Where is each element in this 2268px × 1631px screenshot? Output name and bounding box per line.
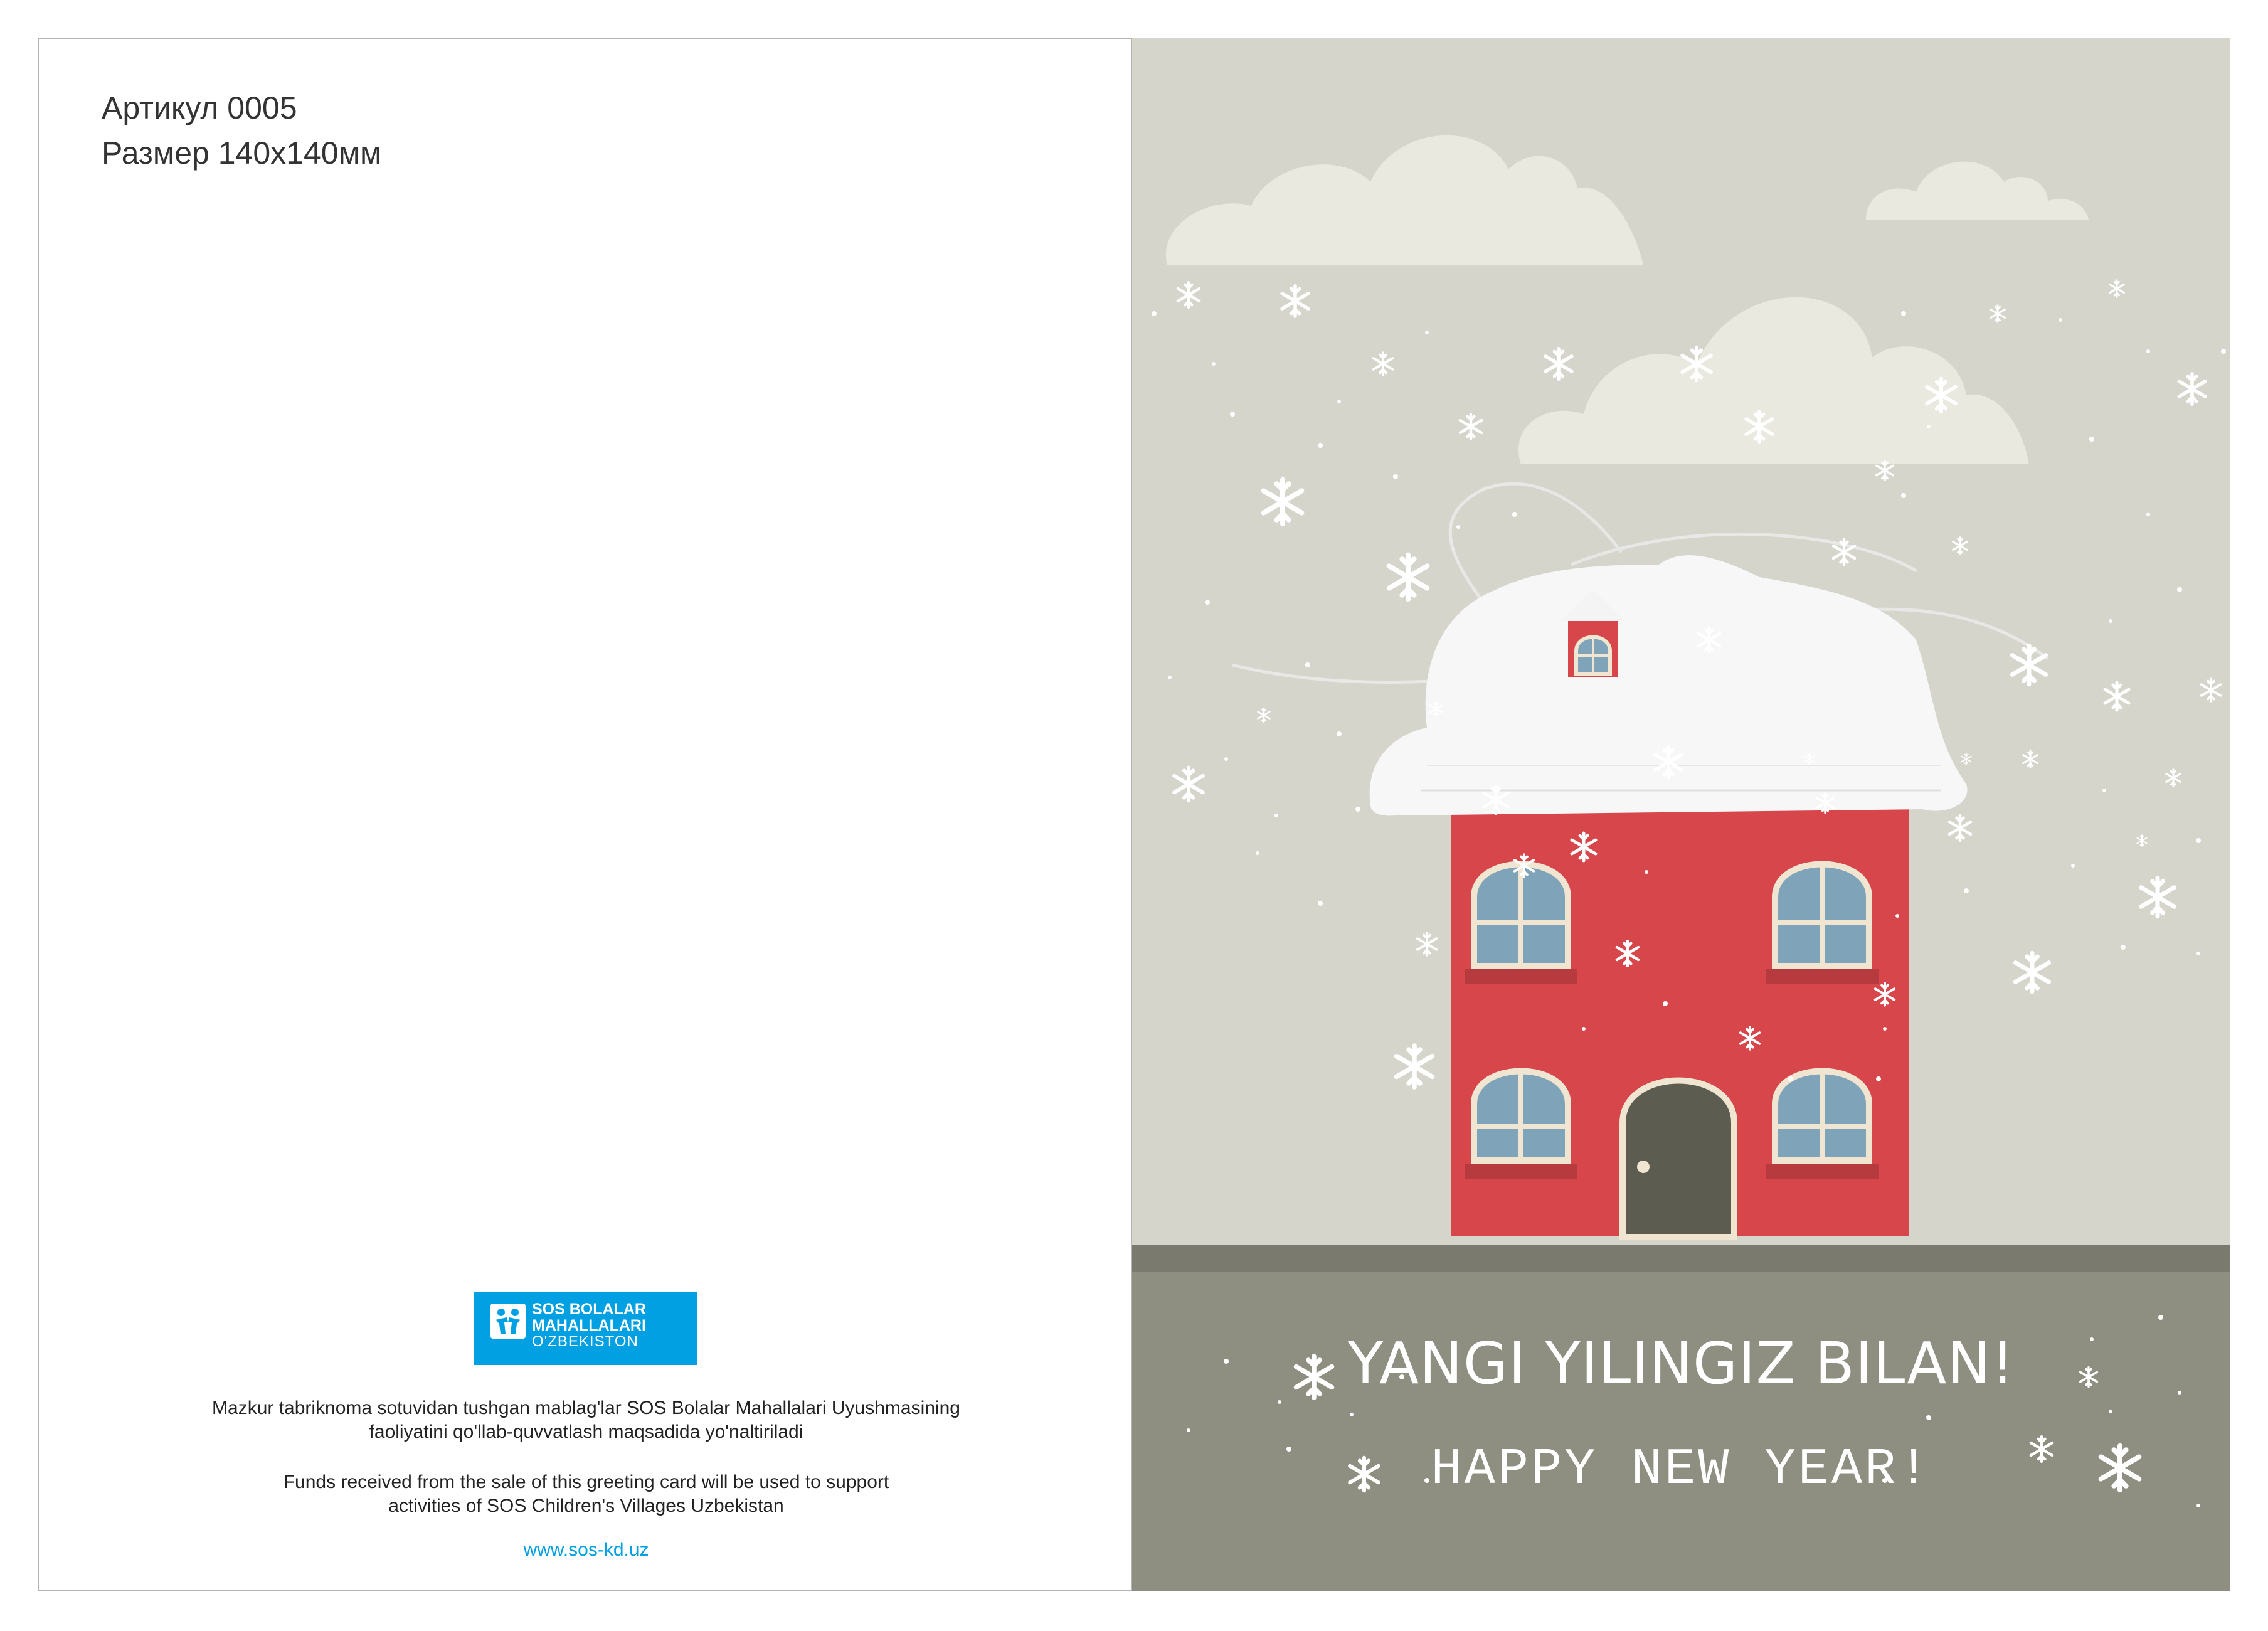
logo-line-3: O'ZBEKISTON — [532, 1333, 639, 1350]
article-info: Артикул 0005 Размер 140х140мм — [102, 85, 381, 176]
support-note-en-line-2: activities of SOS Children's Villages Uz… — [388, 1496, 784, 1516]
logo-line-1: SOS BOLALAR — [532, 1300, 646, 1318]
greeting-uzbek: YANGI YILINGIZ BILAN! — [1348, 1330, 2015, 1397]
support-note-en-line-1: Funds received from the sale of this gre… — [283, 1472, 889, 1492]
website-link[interactable]: www.sos-kd.uz — [39, 1539, 1133, 1561]
children-logo-icon — [490, 1304, 526, 1339]
window — [1465, 1068, 1577, 1179]
ground — [1132, 1272, 2230, 1591]
window — [1465, 861, 1577, 984]
ground-ledge — [1132, 1245, 2230, 1272]
window — [1766, 861, 1879, 984]
card-front-panel: YANGI YILINGIZ BILAN! HAPPY NEW YEAR! — [1132, 38, 2230, 1591]
card-size: Размер 140х140мм — [102, 135, 382, 171]
support-note-en: Funds received from the sale of this gre… — [39, 1470, 1133, 1518]
support-note-uz-line-2: faoliyatini qo'llab-quvvatlash maqsadida… — [369, 1421, 803, 1442]
greeting-card-spread: Артикул 0005 Размер 140х140мм SOS BOLALA… — [38, 38, 2230, 1593]
article-number: Артикул 0005 — [102, 90, 297, 125]
sos-logo: SOS BOLALAR MAHALLALARI O'ZBEKISTON — [474, 1292, 697, 1365]
door — [1619, 1077, 1737, 1240]
logo-line-2: MAHALLALARI — [532, 1317, 646, 1334]
support-note-uz: Mazkur tabriknoma sotuvidan tushgan mabl… — [39, 1396, 1133, 1444]
greeting-english: HAPPY NEW YEAR! — [1431, 1440, 1932, 1499]
window — [1766, 1068, 1879, 1179]
card-back-panel: Артикул 0005 Размер 140х140мм SOS BOLALA… — [38, 38, 1132, 1591]
logo-text: SOS BOLALAR MAHALLALARI O'ZBEKISTON — [532, 1301, 646, 1350]
support-note-uz-line-1: Mazkur tabriknoma sotuvidan tushgan mabl… — [212, 1398, 960, 1418]
